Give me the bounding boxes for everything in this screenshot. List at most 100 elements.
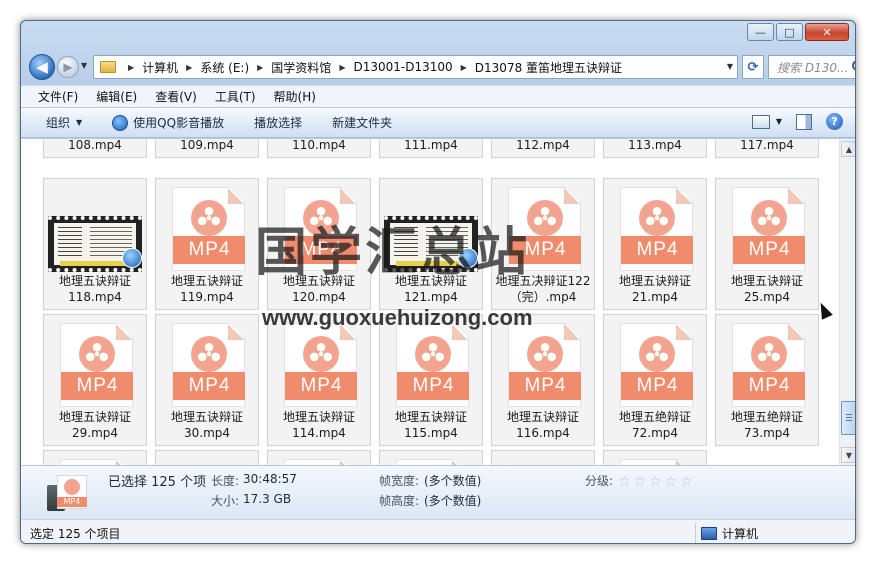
- file-name: 110.mp4: [292, 139, 346, 152]
- breadcrumb-separator-icon[interactable]: ▶: [257, 63, 263, 72]
- file-item[interactable]: [155, 450, 259, 465]
- search-input[interactable]: 搜索 D130...: [768, 55, 855, 79]
- status-location: 计算机: [701, 525, 758, 542]
- breadcrumb-separator-icon[interactable]: ▶: [186, 63, 192, 72]
- file-name: 地理五诀辩证 114.mp4: [282, 410, 355, 440]
- file-name: 地理五诀辩证 120.mp4: [282, 274, 355, 304]
- star-icon[interactable]: ☆: [649, 474, 662, 490]
- file-name: 地理五绝辩证 73.mp4: [730, 410, 803, 440]
- file-item[interactable]: MP4 地理五诀辩证 25.mp4: [715, 178, 819, 310]
- frame-width-value: (多个数值): [424, 474, 482, 488]
- file-name: 108.mp4: [68, 139, 122, 152]
- address-dropdown-icon[interactable]: ▼: [727, 62, 733, 71]
- mp4-file-icon: MP4: [396, 323, 469, 407]
- mp4-file-icon: MP4: [732, 323, 805, 407]
- breadcrumb-range[interactable]: D13001-D13100: [353, 60, 452, 74]
- star-icon[interactable]: ☆: [680, 474, 693, 490]
- file-item[interactable]: MP4 地理五诀辩证 120.mp4: [267, 178, 371, 310]
- qq-player-icon: [122, 248, 142, 268]
- menu-view[interactable]: 查看(V): [155, 88, 197, 105]
- menu-edit[interactable]: 编辑(E): [96, 88, 137, 105]
- change-view-button[interactable]: ▼: [751, 114, 782, 129]
- file-item[interactable]: [379, 450, 483, 465]
- file-item[interactable]: MP4 地理五诀辩证 29.mp4: [43, 314, 147, 446]
- organize-button[interactable]: 组织 ▼: [46, 114, 82, 131]
- size-value: 17.3 GB: [243, 492, 292, 506]
- file-item[interactable]: [491, 450, 595, 465]
- refresh-button[interactable]: ⟳: [742, 55, 764, 79]
- qq-player-icon: [458, 248, 478, 268]
- file-item[interactable]: MP4 地理五诀辩证 116.mp4: [491, 314, 595, 446]
- star-icon[interactable]: ☆: [618, 474, 631, 490]
- file-item[interactable]: MP4 地理五诀辩证 115.mp4: [379, 314, 483, 446]
- file-name: 地理五诀辩证 116.mp4: [506, 410, 579, 440]
- file-name: 111.mp4: [404, 139, 458, 152]
- breadcrumb-library[interactable]: 国学资料馆: [271, 59, 331, 76]
- file-item[interactable]: [603, 450, 707, 465]
- star-icon[interactable]: ☆: [634, 474, 647, 490]
- minimize-button[interactable]: —: [747, 23, 774, 41]
- new-folder-button[interactable]: 新建文件夹: [332, 114, 392, 131]
- breadcrumb-computer[interactable]: 计算机: [142, 59, 178, 76]
- close-button[interactable]: ✕: [805, 23, 849, 41]
- file-item[interactable]: [43, 450, 147, 465]
- menu-file[interactable]: 文件(F): [38, 88, 78, 105]
- file-item[interactable]: [267, 450, 371, 465]
- file-item[interactable]: 109.mp4: [155, 139, 259, 158]
- file-item[interactable]: MP4 地理五绝辩证 73.mp4: [715, 314, 819, 446]
- menu-bar: 文件(F) 编辑(E) 查看(V) 工具(T) 帮助(H): [21, 85, 855, 107]
- file-item[interactable]: 地理五诀辩证 121.mp4: [379, 178, 483, 310]
- length-value: 30:48:57: [243, 472, 297, 486]
- breadcrumb-drive[interactable]: 系统 (E:): [200, 59, 249, 76]
- chevron-down-icon: ▼: [76, 118, 83, 127]
- file-item[interactable]: 113.mp4: [603, 139, 707, 158]
- file-item[interactable]: 117.mp4: [715, 139, 819, 158]
- file-item[interactable]: MP4 地理五绝辩证 72.mp4: [603, 314, 707, 446]
- help-icon[interactable]: ?: [826, 113, 843, 130]
- address-bar[interactable]: ▶ 计算机 ▶ 系统 (E:) ▶ 国学资料馆 ▶ D13001-D13100 …: [93, 55, 738, 79]
- scroll-up-icon[interactable]: ▲: [841, 141, 855, 157]
- maximize-button[interactable]: □: [776, 23, 803, 41]
- breadcrumb-current-folder[interactable]: D13078 董笛地理五诀辩证: [475, 59, 622, 76]
- play-with-qq-button[interactable]: 使用QQ影音播放: [112, 114, 224, 131]
- mp4-file-icon: MP4: [620, 323, 693, 407]
- folder-icon: [100, 61, 116, 73]
- back-button[interactable]: ◀: [29, 54, 55, 80]
- preview-pane-icon[interactable]: [796, 113, 812, 130]
- file-item[interactable]: MP4 地理五决辩证122 （完）.mp4: [491, 178, 595, 310]
- file-item[interactable]: MP4 地理五诀辩证 30.mp4: [155, 314, 259, 446]
- status-selection-text: 选定 125 个项目: [30, 527, 121, 541]
- search-icon[interactable]: [852, 60, 855, 71]
- file-item[interactable]: 110.mp4: [267, 139, 371, 158]
- explorer-window: — □ ✕ ◀ ▶ ▼ ▶ 计算机 ▶ 系统 (E:) ▶ 国学资料馆 ▶ D1…: [20, 20, 856, 544]
- menu-help[interactable]: 帮助(H): [274, 88, 316, 105]
- status-bar: 选定 125 个项目 计算机: [21, 519, 855, 543]
- toolbar-right: ▼ ?: [751, 113, 843, 130]
- play-selection-button[interactable]: 播放选择: [254, 114, 302, 131]
- file-item[interactable]: 112.mp4: [491, 139, 595, 158]
- file-item[interactable]: 111.mp4: [379, 139, 483, 158]
- scrollbar-thumb[interactable]: [841, 401, 855, 435]
- recent-pages-dropdown-icon[interactable]: ▼: [81, 61, 87, 70]
- forward-button[interactable]: ▶: [57, 56, 79, 78]
- selection-count: 已选择 125 个项: [108, 475, 207, 490]
- file-name: 109.mp4: [180, 139, 234, 152]
- breadcrumb-separator-icon[interactable]: ▶: [339, 63, 345, 72]
- file-name: 地理五诀辩证 30.mp4: [170, 410, 243, 440]
- file-name: 113.mp4: [628, 139, 682, 152]
- file-item[interactable]: MP4 地理五诀辩证 114.mp4: [267, 314, 371, 446]
- rating-stars[interactable]: ☆ ☆ ☆ ☆ ☆: [618, 474, 693, 490]
- command-bar: 组织 ▼ 使用QQ影音播放 播放选择 新建文件夹 ▼ ?: [21, 108, 855, 138]
- scroll-down-icon[interactable]: ▼: [841, 447, 855, 463]
- view-icon: [751, 114, 770, 129]
- breadcrumb-separator-icon[interactable]: ▶: [128, 63, 134, 72]
- file-item[interactable]: MP4 地理五诀辩证 119.mp4: [155, 178, 259, 310]
- file-item[interactable]: MP4 地理五诀辩证 21.mp4: [603, 178, 707, 310]
- file-item[interactable]: 108.mp4: [43, 139, 147, 158]
- star-icon[interactable]: ☆: [665, 474, 678, 490]
- breadcrumb-separator-icon[interactable]: ▶: [461, 63, 467, 72]
- file-name: 地理五诀辩证 118.mp4: [58, 274, 131, 304]
- vertical-scrollbar[interactable]: ▲ ▼: [839, 139, 855, 465]
- file-item[interactable]: 地理五诀辩证 118.mp4: [43, 178, 147, 310]
- menu-tools[interactable]: 工具(T): [215, 88, 256, 105]
